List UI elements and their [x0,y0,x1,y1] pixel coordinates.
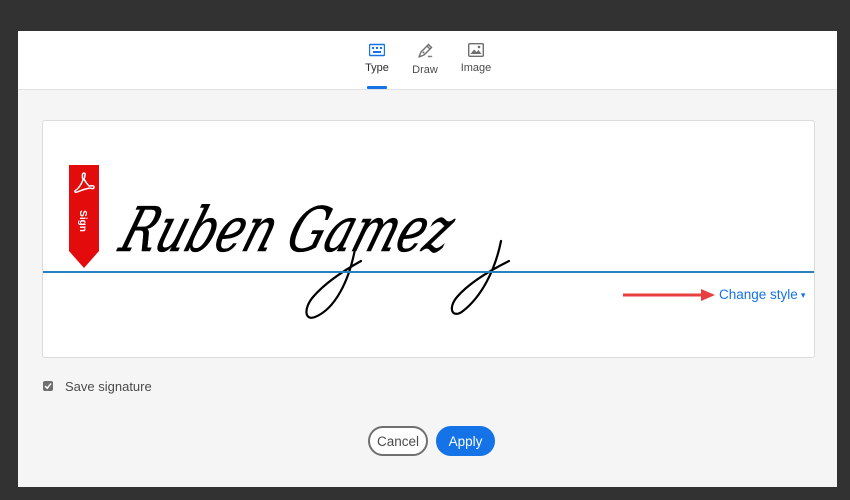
save-signature-label: Save signature [65,379,152,394]
tab-image-label: Image [460,62,492,74]
tab-draw-label: Draw [412,64,438,76]
tab-type-label: Type [365,62,389,74]
active-tab-indicator [367,86,387,89]
save-signature-checkbox[interactable] [43,381,53,391]
signature-z-descender [450,239,511,315]
change-style-label: Change style [719,287,798,302]
chevron-down-icon: ▾ [800,290,806,300]
apply-button[interactable]: Apply [436,426,495,456]
signature-baseline [43,271,814,273]
signature-canvas[interactable]: Sign Ruben Gamez Change style ▾ [42,120,815,358]
image-icon [468,43,484,57]
signature-preview: Ruben Gamez [111,195,511,319]
tab-type[interactable]: Type [357,41,397,89]
tab-image[interactable]: Image [456,41,496,89]
signature-mode-tabs: Type Draw Image [18,31,837,90]
change-style-dropdown[interactable]: Change style ▾ [719,287,805,302]
annotation-arrow [623,289,715,301]
cancel-button[interactable]: Cancel [368,426,428,456]
signature-dialog: Type Draw Image Sign Ruben Gamez Change … [18,31,837,487]
checkmark-icon [44,383,52,390]
keyboard-icon [369,43,385,57]
tab-draw[interactable]: Draw [405,41,445,89]
signature-text: Ruben Gamez [111,195,463,266]
pen-icon [418,43,433,59]
